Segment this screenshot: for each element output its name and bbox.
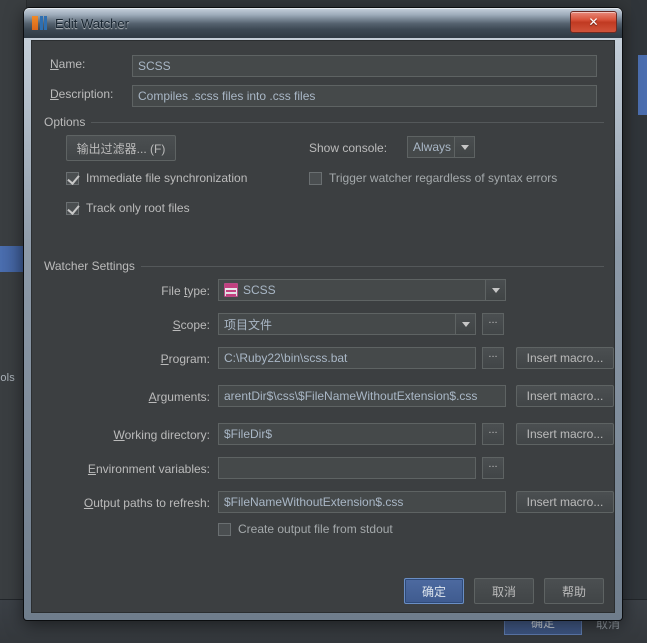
output-paths-input[interactable]: $FileNameWithoutExtension$.css — [218, 491, 506, 513]
file-type-select[interactable]: SCSS — [218, 279, 506, 301]
working-directory-input[interactable]: $FileDir$ — [218, 423, 476, 445]
options-group-label: Options — [44, 115, 86, 129]
help-button[interactable]: 帮助 — [544, 578, 604, 604]
create-output-file-from-stdout-checkbox[interactable]: Create output file from stdout — [218, 522, 393, 536]
program-input[interactable]: C:\Ruby22\bin\scss.bat — [218, 347, 476, 369]
output-filters-button[interactable]: 输出过滤器... (F) — [66, 135, 176, 161]
show-console-select[interactable]: Always — [407, 136, 475, 158]
background-right-accent — [638, 55, 647, 115]
dialog-title-bar[interactable]: Edit Watcher ✕ — [24, 8, 622, 38]
dialog-title: Edit Watcher — [55, 15, 129, 31]
background-tool-strip — [0, 0, 27, 643]
show-console-label: Show console: — [309, 141, 388, 155]
watcher-settings-group-label: Watcher Settings — [44, 259, 135, 273]
edit-watcher-dialog: Edit Watcher ✕ Name: SCSS Description: C… — [24, 8, 622, 620]
program-insert-macro-button[interactable]: Insert macro... — [516, 347, 614, 369]
working-directory-browse-button[interactable]: ... — [482, 423, 504, 445]
description-row: Description: — [50, 87, 132, 101]
scope-value: 项目文件 — [224, 317, 273, 332]
description-input[interactable]: Compiles .scss files into .css files — [132, 85, 597, 107]
arguments-insert-macro-button[interactable]: Insert macro... — [516, 385, 614, 407]
ok-button[interactable]: 确定 — [404, 578, 464, 604]
close-icon[interactable]: ✕ — [570, 11, 617, 33]
chevron-down-icon — [454, 137, 474, 157]
create-output-file-from-stdout-label: Create output file from stdout — [238, 522, 393, 536]
working-directory-insert-macro-button[interactable]: Insert macro... — [516, 423, 614, 445]
chevron-down-icon — [455, 314, 475, 334]
file-type-value-wrap: SCSS — [219, 283, 485, 297]
program-browse-button[interactable]: ... — [482, 347, 504, 369]
checkbox-box — [218, 522, 231, 536]
scope-select[interactable]: 项目文件 — [218, 313, 476, 335]
cancel-button[interactable]: 取消 — [474, 578, 534, 604]
name-label: Name: — [50, 57, 86, 71]
environment-variables-browse-button[interactable]: ... — [482, 457, 504, 479]
arguments-label: Arguments: — [148, 390, 210, 404]
track-only-root-files-label: Track only root files — [86, 201, 190, 215]
environment-variables-label: Environment variables: — [87, 462, 210, 476]
track-only-root-files-checkbox[interactable]: Track only root files — [66, 201, 190, 215]
file-type-label: File type: — [161, 284, 210, 298]
show-console-value: Always — [413, 140, 452, 154]
options-group-header: Options — [44, 115, 604, 129]
description-label: Description: — [50, 87, 114, 101]
scss-file-icon — [224, 283, 238, 297]
background-selection-highlight — [0, 246, 26, 272]
trigger-watcher-regardless-checkbox[interactable]: Trigger watcher regardless of syntax err… — [309, 171, 557, 185]
immediate-file-synchronization-checkbox[interactable]: Immediate file synchronization — [66, 171, 247, 185]
dialog-body: Name: SCSS Description: Compiles .scss f… — [31, 40, 615, 613]
output-paths-insert-macro-button[interactable]: Insert macro... — [516, 491, 614, 513]
arguments-input[interactable]: arentDir$\css\$FileNameWithoutExtension$… — [218, 385, 506, 407]
working-directory-label: Working directory: — [113, 428, 210, 442]
checkbox-box — [309, 171, 322, 185]
environment-variables-input[interactable] — [218, 457, 476, 479]
file-type-value: SCSS — [243, 283, 276, 297]
name-input[interactable]: SCSS — [132, 55, 597, 77]
dialog-button-bar: 确定 取消 帮助 — [404, 578, 604, 604]
checkbox-box — [66, 171, 79, 185]
trigger-watcher-regardless-label: Trigger watcher regardless of syntax err… — [329, 171, 558, 185]
immediate-file-synchronization-label: Immediate file synchronization — [86, 171, 248, 185]
checkbox-box — [66, 201, 79, 215]
chevron-down-icon — [485, 280, 505, 300]
intellij-idea-icon — [32, 15, 48, 31]
scope-browse-button[interactable]: ... — [482, 313, 504, 335]
scope-label: Scope: — [172, 318, 210, 332]
program-label: Program: — [160, 352, 210, 366]
name-row: Name: — [50, 57, 132, 71]
watcher-settings-group-header: Watcher Settings — [44, 259, 604, 273]
output-paths-label: Output paths to refresh: — [83, 496, 210, 510]
